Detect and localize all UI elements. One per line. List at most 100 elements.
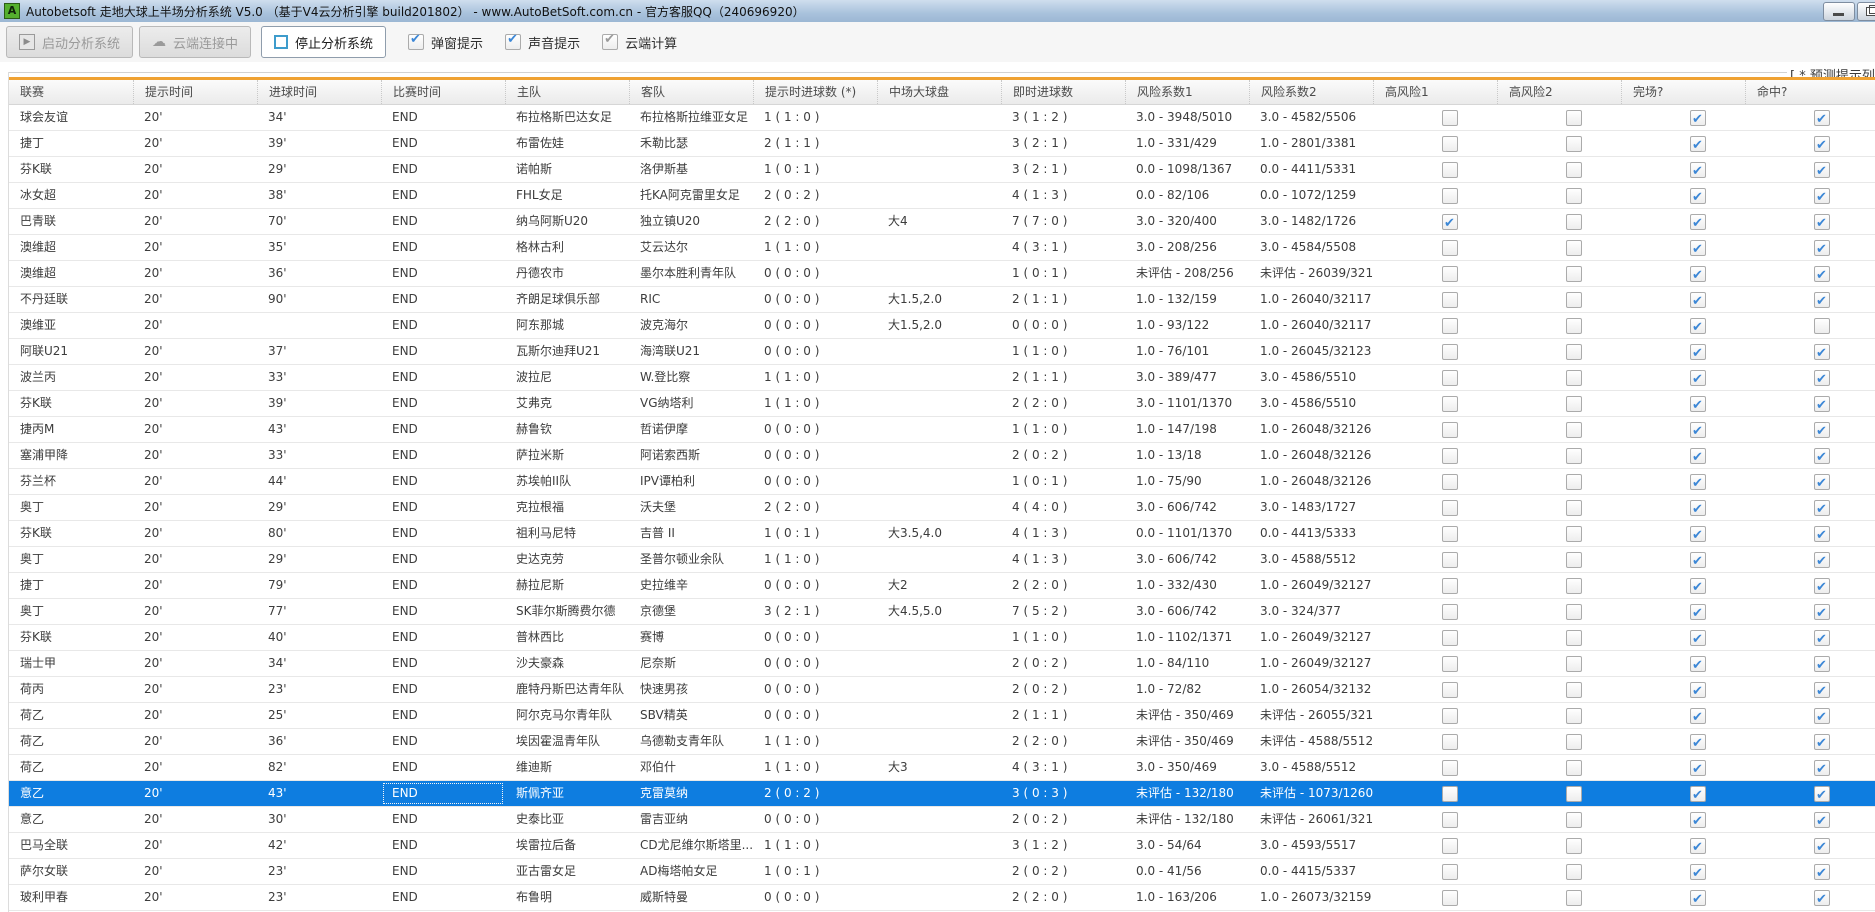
hit-checkbox[interactable] [1814,212,1830,234]
hit-checkbox[interactable] [1814,342,1830,364]
table-row[interactable]: 芬K联 20' 29' END 诺帕斯 洛伊斯基 1 ( 0 : 1 ) 3 ( 2 : 1 … [9,157,1875,183]
finished-checkbox[interactable] [1690,550,1706,572]
minimize-button[interactable] [1823,2,1855,21]
hr1-checkbox[interactable] [1442,837,1458,854]
hr1-checkbox[interactable] [1442,785,1458,802]
hr1-checkbox[interactable] [1442,239,1458,256]
hr2-checkbox[interactable] [1566,837,1582,854]
hr2-checkbox[interactable] [1566,681,1582,698]
table-row[interactable]: 奥丁 20' 77' END SK菲尔斯腾费尔德 京德堡 3 ( 2 : 1 ) 大4.5,5… [9,599,1875,625]
hr1-checkbox[interactable] [1442,499,1458,516]
hit-checkbox[interactable] [1814,264,1830,286]
header-live-goals[interactable]: 即时进球数 [1001,80,1125,104]
hr1-checkbox[interactable] [1442,707,1458,724]
hr1-checkbox[interactable] [1442,811,1458,828]
table-row[interactable]: 不丹廷联 20' 90' END 齐朗足球俱乐部 RIC 0 ( 0 : 0 ) 大1.5,2… [9,287,1875,313]
table-row[interactable]: 冰女超 20' 38' END FHL女足 托KA阿克雷里女足 2 ( 0 : 2 ) 4 (… [9,183,1875,209]
hit-checkbox[interactable] [1814,186,1830,208]
hit-checkbox[interactable] [1814,238,1830,260]
hit-checkbox[interactable] [1814,862,1830,884]
finished-checkbox[interactable] [1690,186,1706,208]
hr2-checkbox[interactable] [1566,369,1582,386]
finished-checkbox[interactable] [1690,888,1706,910]
stop-analysis-button[interactable]: 停止分析系统 [261,26,387,58]
header-match-time[interactable]: 比赛时间 [381,80,505,104]
hr1-checkbox[interactable] [1442,733,1458,750]
hr2-checkbox[interactable] [1566,759,1582,776]
hr2-checkbox[interactable] [1566,135,1582,152]
finished-checkbox[interactable] [1690,628,1706,650]
hit-checkbox[interactable] [1814,394,1830,416]
header-finished[interactable]: 完场? [1621,80,1745,104]
table-row[interactable]: 意乙 20' 30' END 史泰比亚 雷吉亚纳 0 ( 0 : 0 ) 2 ( 0 : 2 … [9,807,1875,833]
hr2-checkbox[interactable] [1566,473,1582,490]
table-row[interactable]: 捷丙M 20' 43' END 赫鲁钦 哲诺伊摩 0 ( 0 : 0 ) 1 ( 1 : 0 … [9,417,1875,443]
table-row[interactable]: 荷丙 20' 23' END 鹿特丹斯巴达青年队 快速男孩 0 ( 0 : 0 ) 2 ( 0… [9,677,1875,703]
finished-checkbox[interactable] [1690,134,1706,156]
restore-button[interactable] [1857,2,1875,21]
hit-checkbox[interactable] [1814,420,1830,442]
table-row[interactable]: 奥丁 20' 29' END 克拉根福 沃夫堡 2 ( 2 : 0 ) 4 ( 4 : 0 )… [9,495,1875,521]
header-away-team[interactable]: 客队 [629,80,753,104]
hr1-checkbox[interactable] [1442,421,1458,438]
hr1-checkbox[interactable] [1442,187,1458,204]
hr2-checkbox[interactable] [1566,343,1582,360]
table-row[interactable]: 捷丁 20' 39' END 布雷佐娃 禾勒比瑟 2 ( 1 : 1 ) 3 ( 2 : 1 … [9,131,1875,157]
header-high-risk1[interactable]: 高风险1 [1373,80,1497,104]
hit-checkbox[interactable] [1814,446,1830,468]
finished-checkbox[interactable] [1690,368,1706,390]
hr1-checkbox[interactable] [1442,395,1458,412]
finished-checkbox[interactable] [1690,420,1706,442]
hr2-checkbox[interactable] [1566,265,1582,282]
hr1-checkbox[interactable] [1442,161,1458,178]
hit-checkbox[interactable] [1814,160,1830,182]
hr1-checkbox[interactable] [1442,291,1458,308]
hr1-checkbox[interactable] [1442,551,1458,568]
header-halftime-line[interactable]: 中场大球盘 [877,80,1001,104]
hr2-checkbox[interactable] [1566,733,1582,750]
hr2-checkbox[interactable] [1566,109,1582,126]
table-row[interactable]: 萨尔女联 20' 23' END 亚古雷女足 AD梅塔帕女足 1 ( 0 : 1 ) 2 ( … [9,859,1875,885]
hr1-checkbox[interactable] [1442,629,1458,646]
finished-checkbox[interactable] [1690,680,1706,702]
table-row[interactable]: 芬兰杯 20' 44' END 苏埃帕II队 IPV谭柏利 0 ( 0 : 0 ) 1 ( 0… [9,469,1875,495]
finished-checkbox[interactable] [1690,446,1706,468]
hr1-checkbox[interactable] [1442,863,1458,880]
table-row[interactable]: 荷乙 20' 25' END 阿尔克马尔青年队 SBV精英 0 ( 0 : 0 ) 2 ( 1… [9,703,1875,729]
cloud-connecting-button[interactable]: ☁ 云端连接中 [139,26,252,58]
finished-checkbox[interactable] [1690,576,1706,598]
hit-checkbox[interactable] [1814,680,1830,702]
table-row[interactable]: 奥丁 20' 29' END 史达克劳 圣普尔顿业余队 1 ( 1 : 0 ) 4 ( 1 :… [9,547,1875,573]
hit-checkbox[interactable] [1814,654,1830,676]
finished-checkbox[interactable] [1690,472,1706,494]
table-row[interactable]: 荷乙 20' 36' END 埃因霍温青年队 乌德勒支青年队 1 ( 1 : 0 ) 2 ( … [9,729,1875,755]
finished-checkbox[interactable] [1690,290,1706,312]
hr2-checkbox[interactable] [1566,213,1582,230]
hr2-checkbox[interactable] [1566,863,1582,880]
table-row[interactable]: 塞浦甲降 20' 33' END 萨拉米斯 阿诺索西斯 0 ( 0 : 0 ) 2 ( 0 :… [9,443,1875,469]
header-goal-time[interactable]: 进球时间 [257,80,381,104]
header-high-risk2[interactable]: 高风险2 [1497,80,1621,104]
header-hit[interactable]: 命中? [1745,80,1869,104]
table-row[interactable]: 澳维超 20' 36' END 丹德农市 墨尔本胜利青年队 0 ( 0 : 0 ) 1 ( 0… [9,261,1875,287]
hr2-checkbox[interactable] [1566,499,1582,516]
hit-checkbox[interactable] [1814,810,1830,832]
hit-checkbox[interactable] [1814,706,1830,728]
hr1-checkbox[interactable] [1442,447,1458,464]
hit-checkbox[interactable] [1814,602,1830,624]
finished-checkbox[interactable] [1690,212,1706,234]
finished-checkbox[interactable] [1690,602,1706,624]
hit-checkbox[interactable] [1814,498,1830,520]
table-row[interactable]: 澳维亚 20' END 阿东那城 波克海尔 0 ( 0 : 0 ) 大1.5,2.0 0 ( … [9,313,1875,339]
start-analysis-button[interactable]: ▶ 启动分析系统 [6,26,134,58]
header-tip-time[interactable]: 提示时间 [133,80,257,104]
hr1-checkbox[interactable] [1442,525,1458,542]
hr1-checkbox[interactable] [1442,212,1458,234]
table-row[interactable]: 捷丁 20' 79' END 赫拉尼斯 史拉维辛 0 ( 0 : 0 ) 大2 2 ( 2 : … [9,573,1875,599]
table-row[interactable]: 意乙 20' 43' END 斯佩齐亚 克雷莫纳 2 ( 0 : 2 ) 3 ( 0 : 3 … [9,781,1875,807]
hr1-checkbox[interactable] [1442,577,1458,594]
finished-checkbox[interactable] [1690,108,1706,130]
hr1-checkbox[interactable] [1442,759,1458,776]
finished-checkbox[interactable] [1690,784,1706,806]
hit-checkbox[interactable] [1814,784,1830,806]
